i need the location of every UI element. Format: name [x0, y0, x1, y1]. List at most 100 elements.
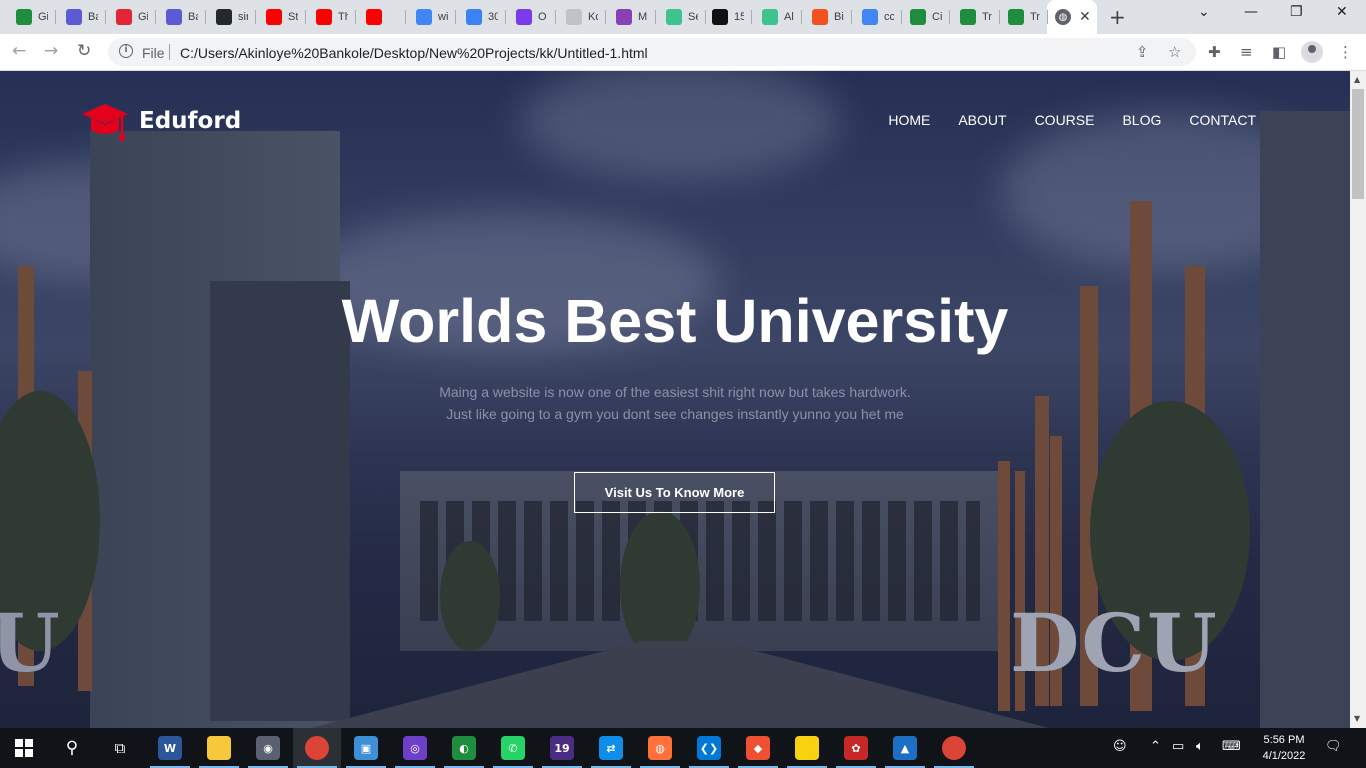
taskbar-app-firefox[interactable]: ◍ [636, 728, 684, 768]
url-text[interactable]: C:/Users/Akinloye%20Bankole/Desktop/New%… [180, 45, 648, 61]
browser-tab[interactable]: sir [208, 4, 256, 30]
show-hidden-icons[interactable]: ⌃ [1150, 739, 1161, 754]
browser-tab[interactable]: Ba [158, 4, 206, 30]
notifications-icon[interactable]: 🗨︎ [1325, 739, 1342, 754]
share-icon[interactable]: ⇪ [1136, 43, 1149, 61]
browser-tab[interactable]: 30 [458, 4, 506, 30]
nav-home[interactable]: HOME [888, 112, 930, 128]
taskbar-app-app-blue[interactable]: ▣ [342, 728, 390, 768]
tab-title: Al [784, 11, 794, 23]
browser-tab[interactable]: Bi [804, 4, 852, 30]
tab-title: Ci [932, 11, 942, 23]
reload-button[interactable]: ↻ [77, 41, 91, 61]
browser-tab[interactable]: Se [658, 4, 706, 30]
taskbar-app-file-explorer[interactable] [195, 728, 243, 768]
scroll-thumb[interactable] [1352, 89, 1364, 199]
browser-tab[interactable]: Tr [952, 4, 1000, 30]
browser-tab[interactable]: Al [754, 4, 802, 30]
keyboard-icon[interactable]: ⌨ [1222, 739, 1241, 754]
task-view-button[interactable]: ⧉ [96, 728, 144, 768]
page-scrollbar[interactable]: ▲ ▼ [1350, 71, 1366, 728]
visit-us-button[interactable]: Visit Us To Know More [574, 472, 775, 513]
browser-tab[interactable]: cc [854, 4, 902, 30]
github-icon [216, 9, 232, 25]
bookmark-star-icon[interactable]: ☆ [1168, 43, 1181, 61]
nav-course[interactable]: COURSE [1035, 112, 1095, 128]
youtube-icon [266, 9, 282, 25]
media-control-icon[interactable]: ≡ [1240, 43, 1253, 61]
battery-icon[interactable]: ▭ [1172, 739, 1184, 754]
close-tab-icon[interactable]: ✕ [1079, 9, 1091, 25]
extensions-icon[interactable]: ✚ [1208, 43, 1221, 61]
browser-tab[interactable]: Ba [58, 4, 106, 30]
app-blue-icon: ▣ [354, 736, 378, 760]
clock-time: 5:56 PM [1263, 734, 1305, 746]
browser-tab[interactable]: Gi [108, 4, 156, 30]
google-icon [862, 9, 878, 25]
browser-tab[interactable]: M [608, 4, 656, 30]
whatsapp-icon: ✆ [501, 736, 525, 760]
profile-avatar[interactable] [1301, 41, 1323, 63]
browser-tab[interactable]: O [508, 4, 556, 30]
address-bar[interactable]: i File C:/Users/Akinloye%20Bankole/Deskt… [108, 38, 1196, 66]
nav-contact[interactable]: CONTACT [1189, 112, 1256, 128]
taskbar-app-vscode[interactable]: ❮❯ [685, 728, 733, 768]
taskbar-app-app-red[interactable]: ✿ [832, 728, 880, 768]
taskbar-app-app-green[interactable]: ◐ [440, 728, 488, 768]
taskbar-app-github-desktop[interactable]: ◎ [391, 728, 439, 768]
scroll-up-icon[interactable]: ▲ [1354, 75, 1360, 84]
camera-icon: ◉ [256, 736, 280, 760]
taskbar-app-app-19[interactable]: 19 [538, 728, 586, 768]
browser-tab[interactable]: Gi [8, 4, 56, 30]
menu-icon[interactable]: ⋮ [1338, 43, 1353, 61]
taskbar-app-teamviewer[interactable]: ⇄ [587, 728, 635, 768]
browser-tab[interactable]: Ci [902, 4, 950, 30]
browser-tab[interactable]: St [258, 4, 306, 30]
taskbar-app-chrome[interactable] [930, 728, 978, 768]
back-button[interactable]: ← [12, 41, 26, 61]
taskbar-app-photos[interactable]: ▲ [881, 728, 929, 768]
browser-tab[interactable]: Th [308, 4, 356, 30]
start-button[interactable] [0, 728, 48, 768]
scroll-down-icon[interactable]: ▼ [1354, 714, 1360, 723]
forward-button[interactable]: → [44, 41, 58, 61]
tab-separator [655, 10, 656, 24]
tab-title: St [288, 11, 298, 23]
browser-tab[interactable]: Kc [558, 4, 606, 30]
side-panel-icon[interactable]: ◧ [1272, 43, 1286, 61]
pin-icon [516, 9, 532, 25]
search-button[interactable]: ⚲ [48, 728, 96, 768]
github-desktop-icon: ◎ [403, 736, 427, 760]
windows-logo-icon [15, 739, 33, 757]
taskbar-app-sticky-notes[interactable] [783, 728, 831, 768]
taskbar-app-word[interactable]: W [146, 728, 194, 768]
tab-search-icon[interactable]: ⌄ [1198, 4, 1210, 20]
hero-title: Worlds Best University [341, 287, 1009, 355]
volume-icon[interactable]: 🔈︎ [1196, 739, 1204, 754]
browser-tab[interactable]: 15 [704, 4, 752, 30]
browser-tab[interactable]: Tr [1000, 4, 1048, 30]
taskbar-app-camera[interactable]: ◉ [244, 728, 292, 768]
taskbar-app-whatsapp[interactable]: ✆ [489, 728, 537, 768]
browser-tab[interactable]: wi [408, 4, 456, 30]
taskbar-app-chrome[interactable] [293, 728, 341, 768]
browser-tab[interactable] [358, 4, 406, 30]
tab-active[interactable]: ◍ ✕ [1047, 0, 1097, 34]
nav-blog[interactable]: BLOG [1122, 112, 1161, 128]
clock[interactable]: 5:56 PM 4/1/2022 [1256, 732, 1312, 764]
taskbar-app-git[interactable]: ◆ [734, 728, 782, 768]
info-icon[interactable]: i [119, 44, 133, 58]
chrome-icon [942, 736, 966, 760]
close-window-button[interactable]: ✕ [1336, 4, 1348, 20]
maximize-button[interactable]: ❐ [1290, 4, 1303, 20]
nav-about[interactable]: ABOUT [958, 112, 1006, 128]
tab-separator [455, 10, 456, 24]
tab-strip: ◍ ✕ + ⌄ — ❐ ✕ Gi Ba Gi Ba sir St Th wi 30 O Kc M Se 1… [0, 0, 1366, 34]
tab-title: Th [338, 11, 348, 23]
tab-title: O [538, 11, 547, 23]
word-icon: W [158, 736, 182, 760]
site-logo[interactable]: Eduford [81, 100, 241, 142]
people-icon[interactable]: ☺ [1113, 739, 1127, 754]
new-tab-button[interactable]: + [1109, 5, 1126, 29]
minimize-button[interactable]: — [1244, 4, 1258, 20]
